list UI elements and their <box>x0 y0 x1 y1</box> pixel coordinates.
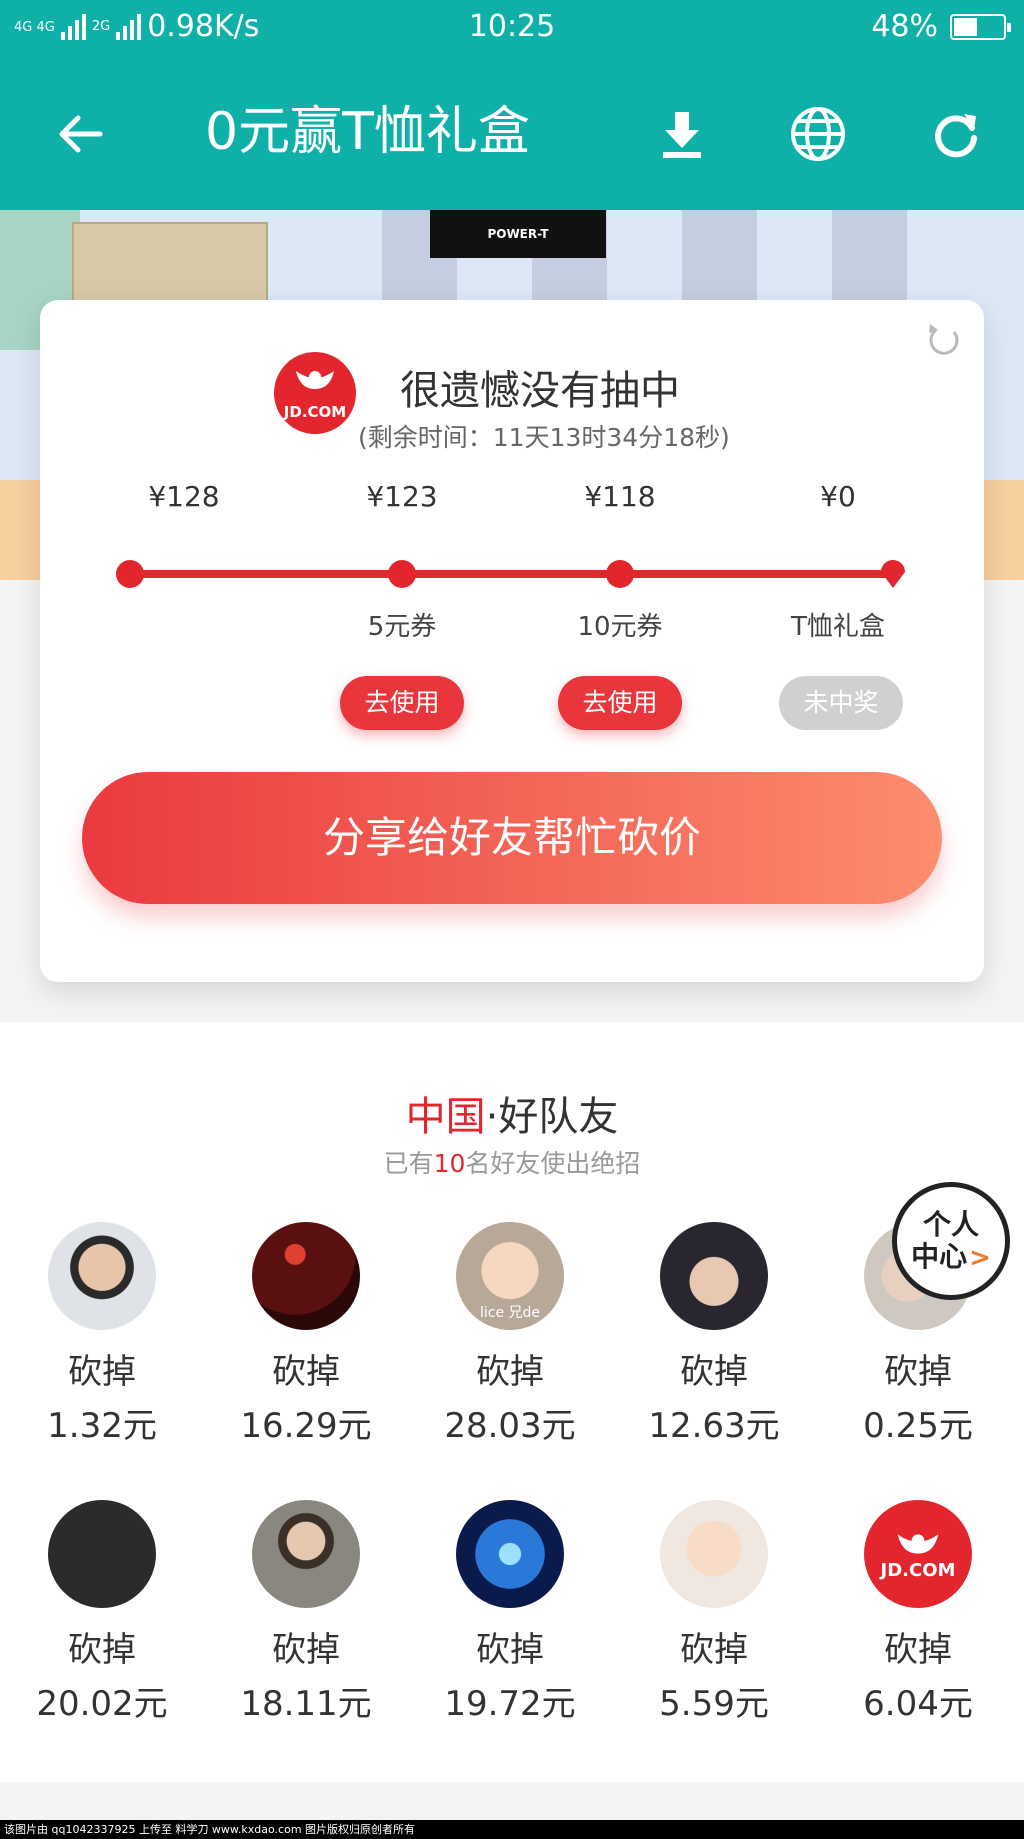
not-won-badge: 未中奖 <box>779 676 903 730</box>
retry-icon[interactable] <box>924 320 964 360</box>
arrow-left-icon <box>59 115 103 153</box>
avatar <box>252 1500 360 1608</box>
cut-label: 砍掉 <box>68 1630 136 1670</box>
avatar <box>252 1222 360 1330</box>
cut-amount: 19.72元 <box>444 1684 576 1724</box>
price-label: ¥0 <box>820 480 856 513</box>
progress-track <box>130 570 900 578</box>
personal-center-label: 个人 <box>922 1207 979 1241</box>
price-label: ¥128 <box>148 480 220 513</box>
cut-amount: 0.25元 <box>863 1406 973 1446</box>
cut-label: 砍掉 <box>272 1630 340 1670</box>
cut-amount: 5.59元 <box>659 1684 769 1724</box>
battery-percent: 48% <box>871 9 938 44</box>
cut-amount: 28.03元 <box>444 1406 576 1446</box>
team-subtitle: 已有10名好友使出绝招 <box>383 1149 641 1178</box>
team-title: 中国·好队友 <box>405 1094 619 1140</box>
jd-logo: JD.COM <box>274 352 356 434</box>
price-label: ¥118 <box>584 480 656 513</box>
battery-icon <box>950 14 1011 40</box>
result-card: JD.COM 很遗憾没有抽中 (剩余时间：11天13时34分18秒) ¥128 … <box>40 300 984 982</box>
title-bar: 0元赢T恤礼盒 <box>0 54 1024 210</box>
friend-item[interactable]: 砍掉 16.29元 <box>226 1222 386 1446</box>
use-coupon-button[interactable]: 去使用 <box>558 676 682 730</box>
chevron-right-icon: > <box>969 1242 991 1273</box>
friend-item[interactable]: JD.COM 砍掉 6.04元 <box>838 1500 998 1724</box>
page-title: 0元赢T恤礼盒 <box>205 102 530 162</box>
back-button[interactable] <box>44 98 116 170</box>
avatar: JD.COM <box>864 1500 972 1608</box>
use-coupon-button[interactable]: 去使用 <box>340 676 464 730</box>
avatar: lice 兄de <box>456 1222 564 1330</box>
avatar <box>660 1500 768 1608</box>
friend-item[interactable]: lice 兄de 砍掉 28.03元 <box>430 1222 590 1446</box>
friend-item[interactable]: 砍掉 19.72元 <box>430 1500 590 1724</box>
team-panel: 中国·好队友 已有10名好友使出绝招 砍掉 1.32元 砍掉 16.29元 li… <box>0 1022 1024 1782</box>
jd-logo-text: JD.COM <box>283 403 347 421</box>
cut-label: 砍掉 <box>884 1630 952 1670</box>
download-icon <box>663 112 701 158</box>
reload-button[interactable] <box>920 98 992 170</box>
friend-item[interactable]: 砍掉 12.63元 <box>634 1222 794 1446</box>
prize-label: 10元券 <box>577 612 663 642</box>
avatar <box>48 1222 156 1330</box>
cut-amount: 12.63元 <box>648 1406 780 1446</box>
cut-amount: 16.29元 <box>240 1406 372 1446</box>
countdown-text: (剩余时间：11天13时34分18秒) <box>358 423 730 452</box>
avatar <box>456 1500 564 1608</box>
cut-amount: 18.11元 <box>240 1684 372 1724</box>
price-label: ¥123 <box>366 480 438 513</box>
battery-group: 48% <box>871 0 1011 54</box>
globe-icon <box>791 107 845 161</box>
cut-label: 砍掉 <box>680 1630 748 1670</box>
result-title: 很遗憾没有抽中 <box>400 368 680 414</box>
personal-center-label-2: 中心 <box>911 1239 968 1273</box>
avatar <box>48 1500 156 1608</box>
avatar-caption: lice 兄de <box>479 1305 541 1321</box>
poster: POWER-T <box>430 210 606 258</box>
friend-item[interactable]: 砍掉 20.02元 <box>22 1500 182 1724</box>
download-button[interactable] <box>646 98 718 170</box>
cut-amount: 6.04元 <box>863 1684 973 1724</box>
cut-label: 砍掉 <box>272 1352 340 1392</box>
refresh-icon <box>935 114 977 158</box>
cut-label: 砍掉 <box>476 1630 544 1670</box>
friend-item[interactable]: 砍掉 1.32元 <box>22 1222 182 1446</box>
progress-node <box>606 560 634 588</box>
cut-label: 砍掉 <box>68 1352 136 1392</box>
progress-node <box>116 560 144 588</box>
cut-label: 砍掉 <box>476 1352 544 1392</box>
battery-level <box>954 18 977 36</box>
status-bar: 4G 4G 2G 0.98K/s 10:25 48% <box>0 0 1024 54</box>
progress-pin-icon <box>881 560 905 588</box>
cut-label: 砍掉 <box>884 1352 952 1392</box>
cut-label: 砍掉 <box>680 1352 748 1392</box>
jd-logo-text: JD.COM <box>880 1559 956 1581</box>
friend-item[interactable]: 砍掉 5.59元 <box>634 1500 794 1724</box>
cut-amount: 1.32元 <box>47 1406 157 1446</box>
progress-node <box>388 560 416 588</box>
share-button[interactable]: 分享给好友帮忙砍价 <box>82 772 942 904</box>
moon-icon <box>99 1538 115 1570</box>
avatar <box>660 1222 768 1330</box>
prize-label: 5元券 <box>367 612 437 642</box>
prize-label: T恤礼盒 <box>791 612 885 642</box>
friend-item[interactable]: 砍掉 18.11元 <box>226 1500 386 1724</box>
watermark-footer: 该图片由 qq1042337925 上传至 料学刀 www.kxdao.com … <box>0 1820 1024 1839</box>
browser-button[interactable] <box>782 98 854 170</box>
jd-dog-icon <box>897 1533 939 1554</box>
cut-amount: 20.02元 <box>36 1684 168 1724</box>
jd-dog-icon <box>296 371 334 389</box>
personal-center-button[interactable]: 个人 中心> <box>892 1182 1010 1300</box>
